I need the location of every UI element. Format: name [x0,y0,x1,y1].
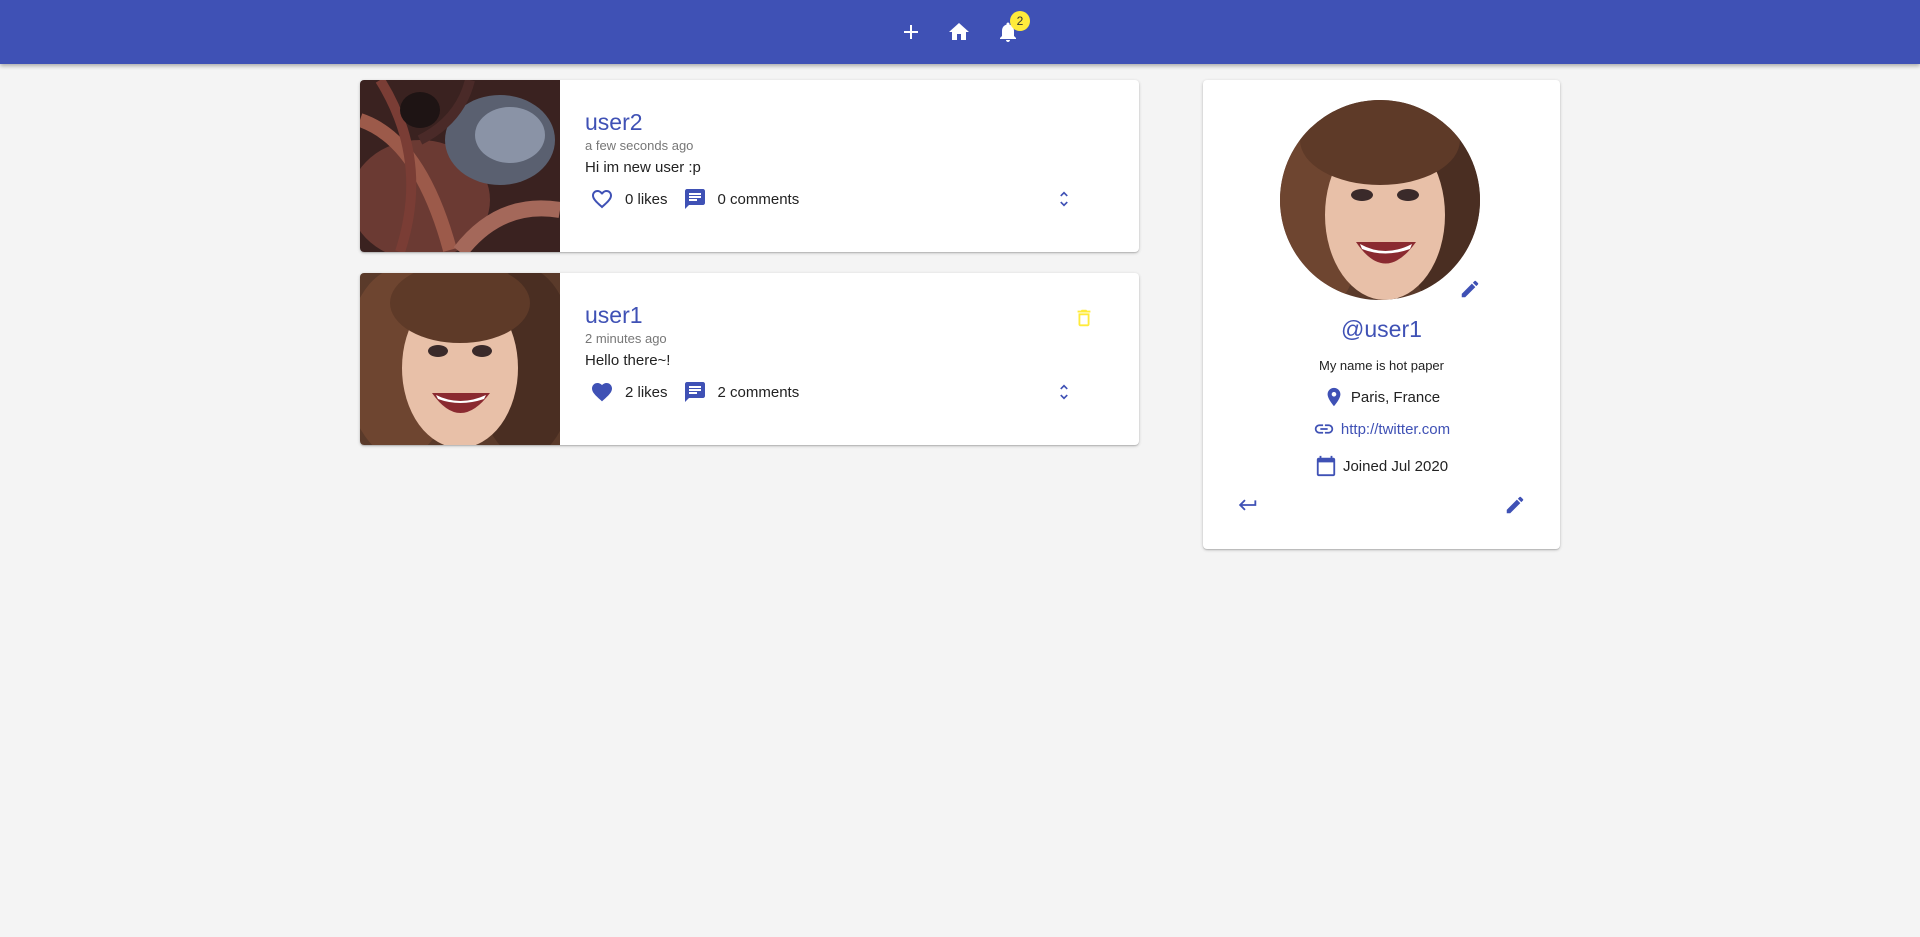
like-count: 0 likes [625,190,668,208]
calendar-icon [1316,455,1336,477]
pencil-icon [1461,280,1479,298]
expand-scream-button[interactable] [1047,375,1081,409]
unfold-more-icon [1060,384,1068,400]
home-icon [949,23,969,40]
link-icon [1314,424,1334,434]
profile-bio: My name is hot paper [1318,358,1444,373]
scream-username[interactable]: user2 [585,108,1119,136]
location-text: Paris, France [1350,388,1441,406]
profile-avatar [1280,100,1480,300]
delete-outline-icon [1077,309,1091,327]
like-count: 2 likes [625,383,668,401]
notifications-button[interactable]: 2 [984,8,1032,56]
profile-location: Paris, France [1203,386,1560,408]
edit-avatar-button[interactable] [1453,272,1487,306]
joined-text: Joined Jul 2020 [1342,457,1449,475]
keyboard-return-icon [1238,499,1257,511]
app-bar: 2 [0,0,1920,64]
expand-scream-button[interactable] [1047,182,1081,216]
location-pin-icon [1327,387,1341,407]
scream-timestamp: a few seconds ago [585,138,694,153]
edit-profile-button[interactable] [1498,488,1532,522]
website-link[interactable]: http://twitter.com [1341,421,1450,438]
user-avatar-image[interactable] [360,80,560,252]
chat-icon [684,189,705,209]
comment-count: 0 comments [717,190,800,208]
comment-button[interactable] [678,375,712,409]
notification-badge: 2 [1010,11,1030,31]
home-button[interactable] [935,8,983,56]
unlike-button[interactable] [585,375,619,409]
chat-icon [684,382,705,402]
spider-photo [360,80,560,252]
profile-website: http://twitter.com [1203,418,1560,440]
add-icon [904,25,918,39]
profile-card: @user1 My name is hot paper Paris, Franc… [1203,80,1560,549]
add-scream-button[interactable] [887,8,935,56]
scream-timestamp: 2 minutes ago [585,331,667,346]
profile-photo [1280,100,1480,300]
like-button[interactable] [585,182,619,216]
scream-card: user2 a few seconds ago Hi im new user :… [360,80,1139,252]
pencil-icon [1506,496,1524,514]
profile-handle[interactable]: @user1 [1203,316,1560,343]
scream-body: Hi im new user :p [585,159,701,176]
comment-count: 2 comments [717,383,800,401]
unfold-more-icon [1060,191,1068,207]
scream-body: Hello there~! [585,352,671,369]
user-avatar-image[interactable] [360,273,560,445]
heart-outline-icon [592,190,612,209]
comment-button[interactable] [678,182,712,216]
delete-scream-button[interactable] [1067,301,1101,335]
heart-filled-icon [592,383,612,402]
profile-joined: Joined Jul 2020 [1203,455,1560,477]
woman-photo [360,273,560,445]
scream-card: user1 2 minutes ago Hello there~! 2 like… [360,273,1139,445]
scream-username[interactable]: user1 [585,301,1119,329]
logout-button[interactable] [1231,488,1265,522]
